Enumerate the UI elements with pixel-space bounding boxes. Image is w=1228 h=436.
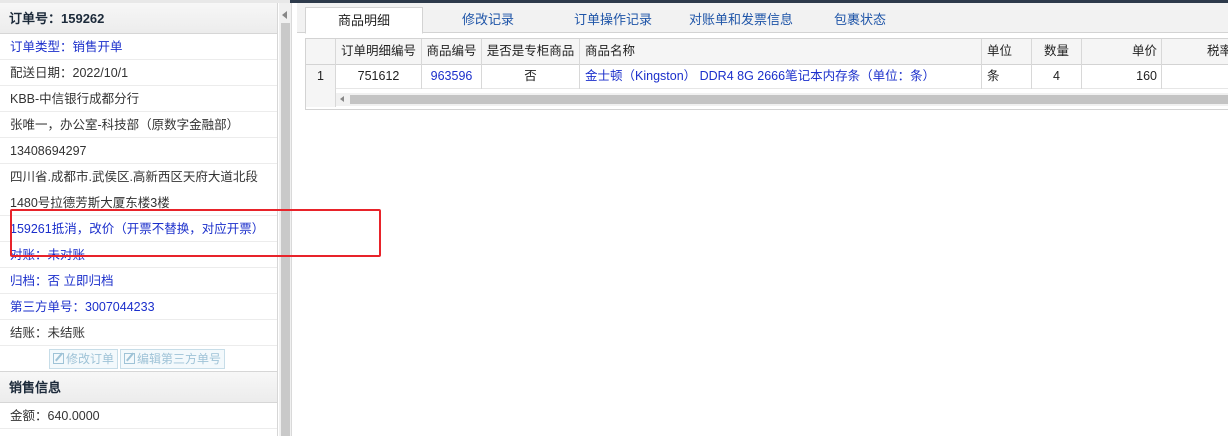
third-party-number: 第三方单号：3007044233 [0,294,277,320]
reconcile-status[interactable]: 对账：未对账 [0,242,277,268]
col-unit[interactable]: 单位 [982,39,1032,65]
col-tax-rate[interactable]: 税率 [1162,39,1228,65]
order-action-buttons: 修改订单 编辑第三方单号 [0,346,277,372]
row-index: 1 [306,65,336,89]
cell-product-name-link[interactable]: 金士顿（Kingston） DDR4 8G 2666笔记本内存条（单位：条） [580,65,982,89]
order-type: 订单类型：销售开单 [0,34,277,60]
edit-icon [53,353,64,364]
order-remark: 159261抵消，改价（开票不替换，对应开票） [0,216,277,242]
cell-tax-rate [1162,65,1228,89]
contact-person: 张唯一，办公室-科技部（原数字金融部） [0,112,277,138]
cell-unit-price: 160 [1082,65,1162,89]
col-product-name[interactable]: 商品名称 [580,39,982,65]
edit-icon [124,353,136,364]
address-line-1: 四川省.成都市.武侯区.高新西区天府大道北段 [10,170,258,184]
scrollbar-thumb[interactable] [350,95,1228,104]
order-number-header: 订单号：159262 [0,3,277,34]
collapse-arrow-icon[interactable] [282,11,287,19]
col-product-no[interactable]: 商品编号 [422,39,482,65]
tab-package-status[interactable]: 包裹状态 [815,7,905,34]
order-info-panel: 订单号：159262 订单类型：销售开单 配送日期：2022/10/1 KBB-… [0,3,278,436]
cell-is-counter: 否 [482,65,580,89]
contact-phone: 13408694297 [0,138,277,164]
col-quantity[interactable]: 数量 [1032,39,1082,65]
tab-bar: 商品明细 修改记录 订单操作记录 对账单和发票信息 包裹状态 [297,3,1228,34]
cell-product-no-link[interactable]: 963596 [422,65,482,89]
col-is-counter[interactable]: 是否是专柜商品 [482,39,580,65]
edit-order-button[interactable]: 修改订单 [49,349,119,369]
scroll-left-icon[interactable] [340,96,344,102]
table-row[interactable]: 1 751612 963596 否 金士顿（Kingston） DDR4 8G … [306,65,1228,89]
cell-quantity: 4 [1032,65,1082,89]
tab-order-operation-records[interactable]: 订单操作记录 [559,7,667,34]
col-unit-price[interactable]: 单价 [1082,39,1162,65]
cell-detail-no: 751612 [336,65,422,89]
cell-unit: 条 [982,65,1032,89]
horizontal-scrollbar[interactable] [336,93,1228,106]
tab-product-details[interactable]: 商品明细 [305,7,423,34]
tab-statement-invoice[interactable]: 对账单和发票信息 [677,7,805,34]
edit-third-party-button[interactable]: 编辑第三方单号 [120,349,226,369]
settlement-status: 结账：未结账 [0,320,277,346]
archive-status[interactable]: 归档：否 立即归档 [0,268,277,294]
vertical-scrollbar[interactable] [281,23,290,436]
panel-splitter[interactable] [279,3,292,436]
grid-header: 订单明细编号 商品编号 是否是专柜商品 商品名称 单位 数量 单价 税率 [306,39,1228,65]
sales-info-header: 销售信息 [0,372,277,403]
customer-name: KBB-中信银行成都分行 [0,86,277,112]
delivery-date: 配送日期：2022/10/1 [0,60,277,86]
col-detail-no[interactable]: 订单明细编号 [336,39,422,65]
address-line-2: 1480号拉德芳斯大厦东楼3楼 [0,190,277,216]
product-detail-grid: 订单明细编号 商品编号 是否是专柜商品 商品名称 单位 数量 单价 税率 1 7… [305,38,1228,110]
detail-panel: 商品明细 修改记录 订单操作记录 对账单和发票信息 包裹状态 订单明细编号 商品… [297,3,1228,436]
tab-modify-records[interactable]: 修改记录 [439,7,537,34]
sales-amount: 金额：640.0000 [0,403,277,429]
